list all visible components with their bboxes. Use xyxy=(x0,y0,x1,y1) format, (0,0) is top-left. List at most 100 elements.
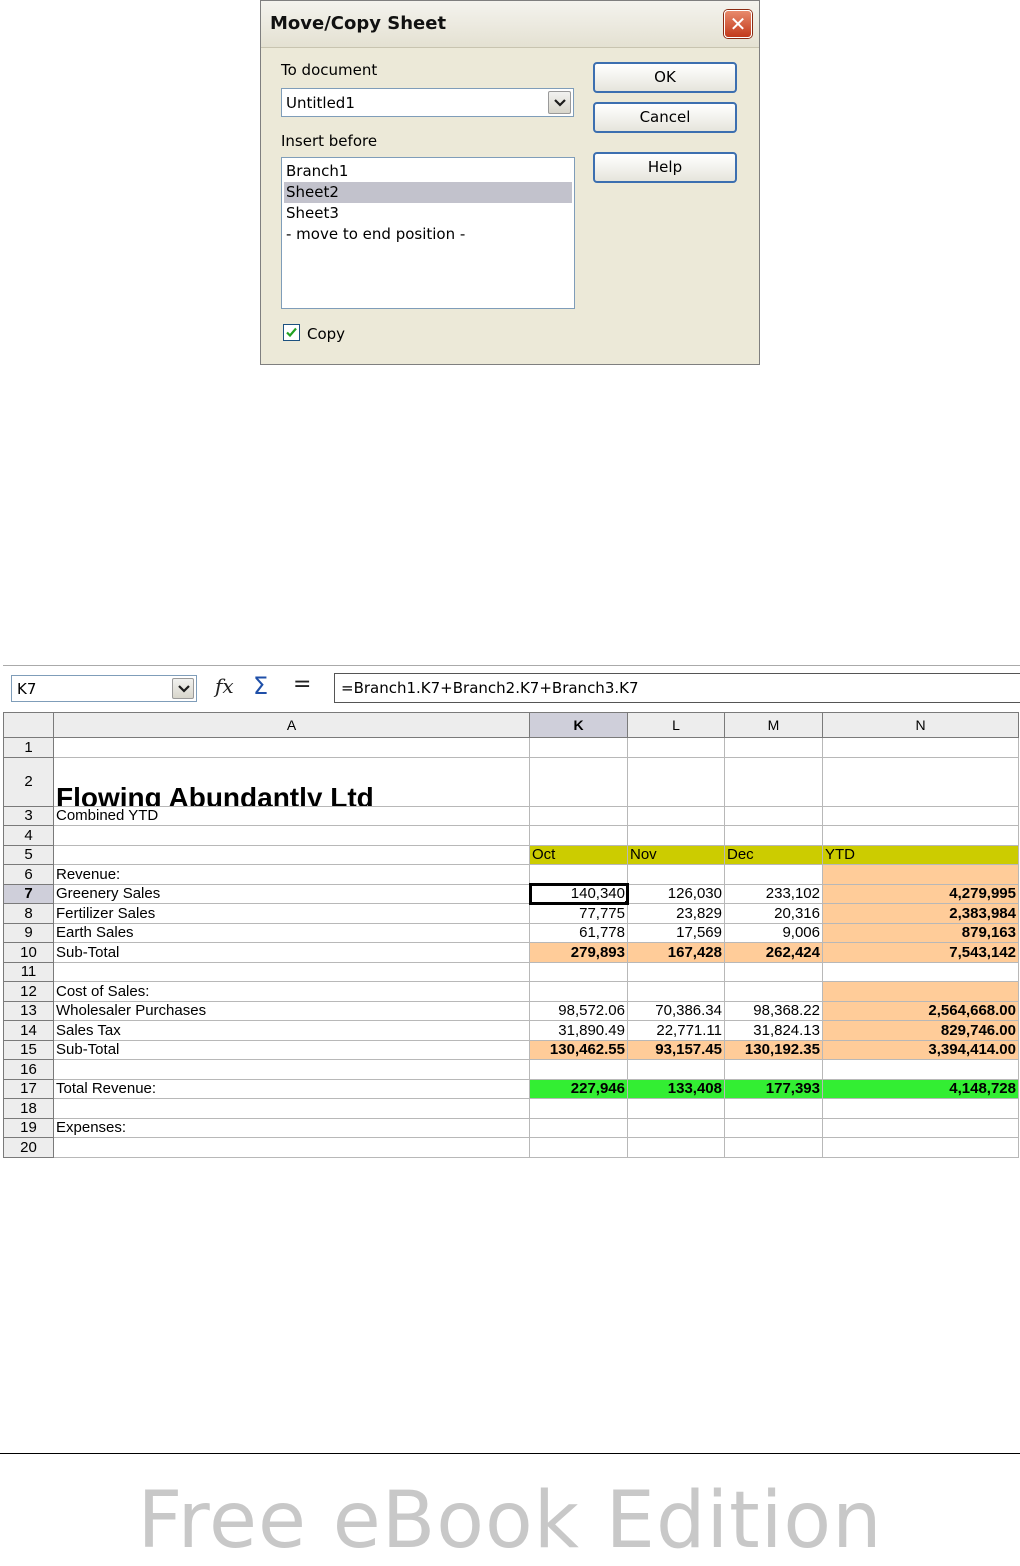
cell-l4[interactable] xyxy=(627,825,725,846)
cell-n18[interactable] xyxy=(822,1098,1019,1119)
function-wizard-icon[interactable]: fx xyxy=(215,674,234,698)
row-header[interactable]: 12 xyxy=(3,981,54,1002)
cell-l2[interactable] xyxy=(627,756,725,807)
dialog-title-bar[interactable]: Move/Copy Sheet ✕ xyxy=(261,1,759,48)
cell-n20[interactable] xyxy=(822,1137,1019,1158)
sum-icon[interactable]: Σ xyxy=(253,672,268,700)
cell-n5[interactable]: YTD xyxy=(822,844,1019,865)
row-header[interactable]: 2 xyxy=(3,756,54,807)
cell-l20[interactable] xyxy=(627,1137,725,1158)
cell-m3[interactable] xyxy=(724,805,823,826)
cell-l12[interactable] xyxy=(627,981,725,1002)
cell-n11[interactable] xyxy=(822,961,1019,982)
cell-a11[interactable] xyxy=(53,961,530,982)
column-header-l[interactable]: L xyxy=(627,712,725,738)
cell-a3[interactable]: Combined YTD xyxy=(53,805,530,826)
cell-m8[interactable]: 20,316 xyxy=(724,903,823,924)
cell-k3[interactable] xyxy=(529,805,628,826)
cell-l3[interactable] xyxy=(627,805,725,826)
insert-before-list[interactable]: Branch1 Sheet2 Sheet3 - move to end posi… xyxy=(281,157,575,309)
cell-a13[interactable]: Wholesaler Purchases xyxy=(53,1000,530,1021)
cell-a17[interactable]: Total Revenue: xyxy=(53,1078,530,1099)
row-header[interactable]: 6 xyxy=(3,864,54,885)
row-header[interactable]: 17 xyxy=(3,1078,54,1099)
cell-n19[interactable] xyxy=(822,1117,1019,1138)
cell-m18[interactable] xyxy=(724,1098,823,1119)
cell-k13[interactable]: 98,572.06 xyxy=(529,1000,628,1021)
cell-a6[interactable]: Revenue: xyxy=(53,864,530,885)
cell-a8[interactable]: Fertilizer Sales xyxy=(53,903,530,924)
column-header-n[interactable]: N xyxy=(822,712,1019,738)
row-header[interactable]: 1 xyxy=(3,737,54,758)
list-item[interactable]: - move to end position - xyxy=(284,224,572,245)
cell-m10[interactable]: 262,424 xyxy=(724,942,823,963)
cell-m6[interactable] xyxy=(724,864,823,885)
cell-k11[interactable] xyxy=(529,961,628,982)
cell-n7[interactable]: 4,279,995 xyxy=(822,883,1019,904)
cell-k17[interactable]: 227,946 xyxy=(529,1078,628,1099)
fill-handle[interactable] xyxy=(625,901,627,903)
cell-m19[interactable] xyxy=(724,1117,823,1138)
cell-k5[interactable]: Oct xyxy=(529,844,628,865)
cell-k19[interactable] xyxy=(529,1117,628,1138)
cell-a7[interactable]: Greenery Sales xyxy=(53,883,530,904)
row-header[interactable]: 15 xyxy=(3,1039,54,1060)
cell-n3[interactable] xyxy=(822,805,1019,826)
chevron-down-icon[interactable] xyxy=(548,91,571,114)
cell-l6[interactable] xyxy=(627,864,725,885)
cell-l16[interactable] xyxy=(627,1059,725,1080)
corner-header[interactable] xyxy=(3,712,54,738)
row-header[interactable]: 14 xyxy=(3,1020,54,1041)
cell-n6[interactable] xyxy=(822,864,1019,885)
to-document-select[interactable]: Untitled1 xyxy=(281,88,574,117)
row-header[interactable]: 19 xyxy=(3,1117,54,1138)
list-item[interactable]: Branch1 xyxy=(284,161,572,182)
cell-n8[interactable]: 2,383,984 xyxy=(822,903,1019,924)
row-header[interactable]: 10 xyxy=(3,942,54,963)
cell-m16[interactable] xyxy=(724,1059,823,1080)
cell-n13[interactable]: 2,564,668.00 xyxy=(822,1000,1019,1021)
cell-l10[interactable]: 167,428 xyxy=(627,942,725,963)
cell-k14[interactable]: 31,890.49 xyxy=(529,1020,628,1041)
row-header[interactable]: 13 xyxy=(3,1000,54,1021)
cell-m12[interactable] xyxy=(724,981,823,1002)
cell-l13[interactable]: 70,386.34 xyxy=(627,1000,725,1021)
close-icon[interactable]: ✕ xyxy=(724,10,752,38)
cell-m13[interactable]: 98,368.22 xyxy=(724,1000,823,1021)
row-header[interactable]: 11 xyxy=(3,961,54,982)
cell-a12[interactable]: Cost of Sales: xyxy=(53,981,530,1002)
formula-input[interactable]: =Branch1.K7+Branch2.K7+Branch3.K7 xyxy=(334,673,1020,703)
row-header[interactable]: 5 xyxy=(3,844,54,865)
row-header[interactable]: 7 xyxy=(3,883,54,904)
cell-a20[interactable] xyxy=(53,1137,530,1158)
column-header-a[interactable]: A xyxy=(53,712,530,738)
cell-n17[interactable]: 4,148,728 xyxy=(822,1078,1019,1099)
column-header-m[interactable]: M xyxy=(724,712,823,738)
active-cell-k7[interactable]: 140,340 xyxy=(528,883,629,905)
copy-checkbox[interactable] xyxy=(283,324,300,341)
cell-k15[interactable]: 130,462.55 xyxy=(529,1039,628,1060)
cell-m4[interactable] xyxy=(724,825,823,846)
cell-k20[interactable] xyxy=(529,1137,628,1158)
ok-button[interactable]: OK xyxy=(593,62,737,93)
cell-n1[interactable] xyxy=(822,737,1019,758)
cell-l8[interactable]: 23,829 xyxy=(627,903,725,924)
cell-m2[interactable] xyxy=(724,756,823,807)
cell-a1[interactable] xyxy=(53,737,530,758)
help-button[interactable]: Help xyxy=(593,152,737,183)
equals-icon[interactable]: = xyxy=(293,672,311,697)
cell-l9[interactable]: 17,569 xyxy=(627,922,725,943)
cell-l18[interactable] xyxy=(627,1098,725,1119)
row-header[interactable]: 16 xyxy=(3,1059,54,1080)
cell-k6[interactable] xyxy=(529,864,628,885)
cell-a10[interactable]: Sub-Total xyxy=(53,942,530,963)
cell-n15[interactable]: 3,394,414.00 xyxy=(822,1039,1019,1060)
cell-m5[interactable]: Dec xyxy=(724,844,823,865)
cell-n9[interactable]: 879,163 xyxy=(822,922,1019,943)
row-header[interactable]: 9 xyxy=(3,922,54,943)
list-item[interactable]: Sheet3 xyxy=(284,203,572,224)
cell-k4[interactable] xyxy=(529,825,628,846)
cell-a15[interactable]: Sub-Total xyxy=(53,1039,530,1060)
cell-n14[interactable]: 829,746.00 xyxy=(822,1020,1019,1041)
row-header[interactable]: 4 xyxy=(3,825,54,846)
